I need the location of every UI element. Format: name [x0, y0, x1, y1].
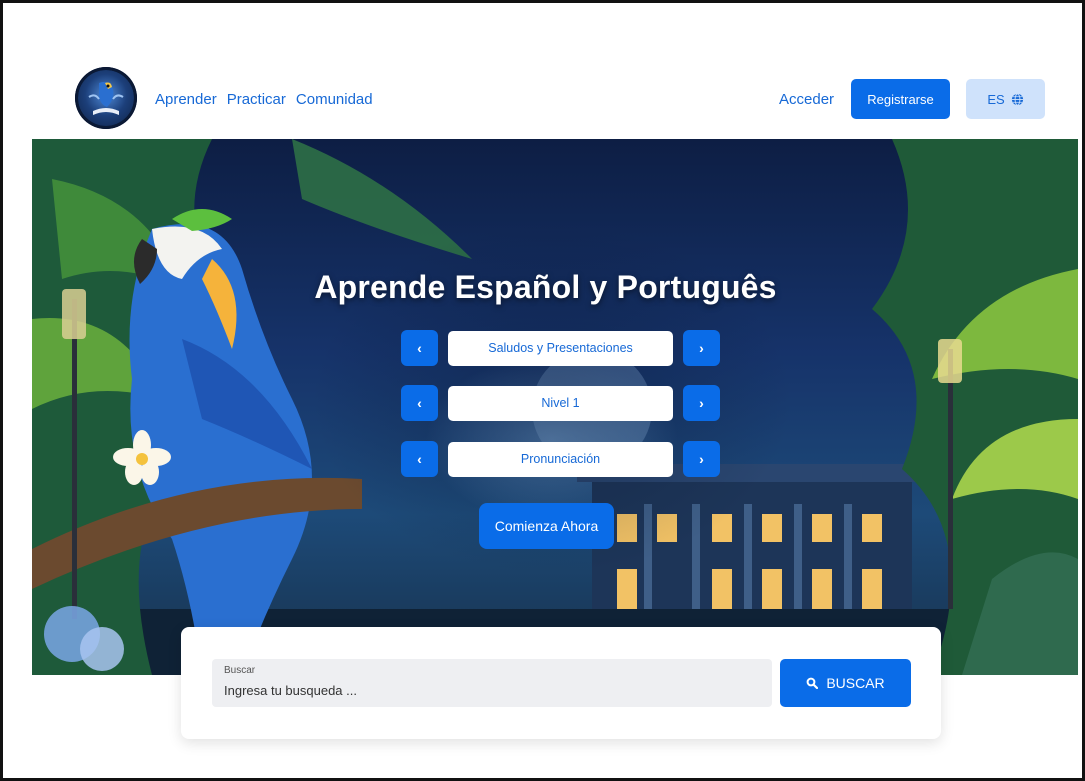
language-button[interactable]: ES: [966, 79, 1045, 119]
search-field[interactable]: Buscar: [212, 659, 772, 707]
globe-icon: [1011, 92, 1023, 106]
topic-next-button[interactable]: ›: [683, 330, 720, 366]
chevron-right-icon: ›: [699, 395, 704, 411]
skill-field[interactable]: Pronunciación: [448, 441, 673, 477]
nav-aprender[interactable]: Aprender: [155, 91, 217, 108]
parrot-book-logo-icon: [76, 68, 136, 128]
topic-prev-button[interactable]: ‹: [401, 330, 438, 366]
main-nav: Aprender Practicar Comunidad: [155, 91, 373, 108]
search-card: Buscar BUSCAR: [181, 627, 941, 739]
register-button[interactable]: Registrarse: [851, 79, 950, 119]
skill-next-button[interactable]: ›: [683, 441, 720, 477]
login-link[interactable]: Acceder: [779, 91, 834, 108]
level-field[interactable]: Nivel 1: [448, 385, 673, 421]
start-now-button[interactable]: Comienza Ahora: [479, 503, 614, 549]
search-label: Buscar: [224, 665, 256, 676]
topic-field[interactable]: Saludos y Presentaciones: [448, 330, 673, 366]
level-prev-button[interactable]: ‹: [401, 385, 438, 421]
search-input[interactable]: [224, 680, 754, 700]
nav-comunidad[interactable]: Comunidad: [296, 91, 373, 108]
page-frame: Aprender Practicar Comunidad Acceder Reg…: [0, 0, 1085, 781]
site-logo[interactable]: [75, 67, 137, 129]
chevron-right-icon: ›: [699, 340, 704, 356]
topic-selector: ‹ Saludos y Presentaciones ›: [401, 330, 720, 366]
chevron-left-icon: ‹: [417, 451, 422, 467]
skill-prev-button[interactable]: ‹: [401, 441, 438, 477]
level-next-button[interactable]: ›: [683, 385, 720, 421]
skill-selector: ‹ Pronunciación ›: [401, 441, 720, 477]
search-button[interactable]: BUSCAR: [780, 659, 911, 707]
language-label: ES: [987, 91, 1005, 107]
search-icon: [806, 677, 819, 689]
nav-practicar[interactable]: Practicar: [227, 91, 286, 108]
search-button-label: BUSCAR: [826, 675, 885, 691]
hero-title: Aprende Español y Português: [314, 269, 777, 305]
chevron-left-icon: ‹: [417, 340, 422, 356]
chevron-left-icon: ‹: [417, 395, 422, 411]
chevron-right-icon: ›: [699, 451, 704, 467]
level-selector: ‹ Nivel 1 ›: [401, 385, 720, 421]
